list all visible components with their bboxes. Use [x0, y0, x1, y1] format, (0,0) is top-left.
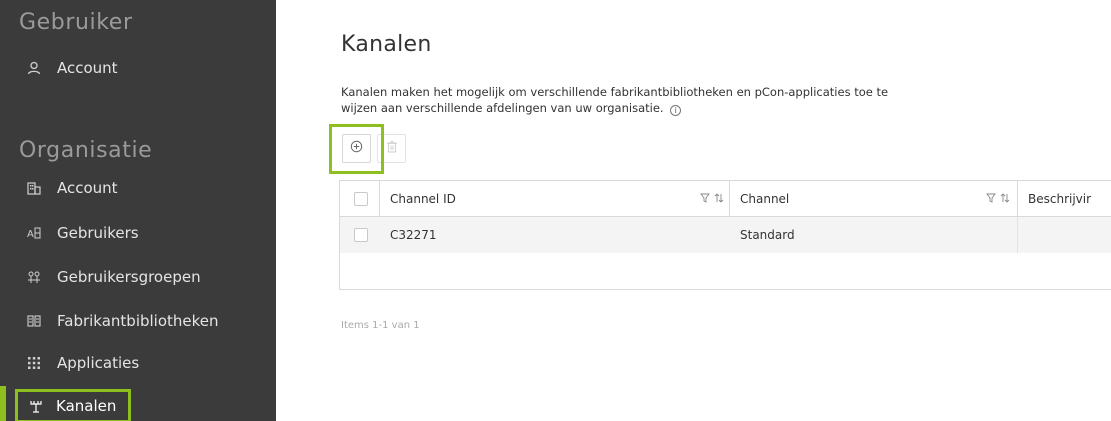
sidebar-item-applications[interactable]: Applicaties [26, 346, 139, 380]
column-header-channel[interactable]: Channel [740, 181, 789, 217]
add-circle-icon [350, 140, 363, 158]
channel-column-controls [986, 181, 1010, 217]
section-heading-user: Gebruiker [19, 10, 133, 35]
sidebar-item-label: Account [57, 59, 118, 77]
table-row[interactable]: C32271 Standard [340, 217, 1111, 253]
sidebar-item-label: Fabrikantbibliotheken [57, 312, 219, 330]
users-grid-icon: A [26, 225, 42, 241]
library-icon [26, 313, 42, 329]
sidebar-item-user-account[interactable]: Account [26, 51, 118, 85]
row-select-cell [354, 217, 368, 253]
person-icon [26, 60, 42, 76]
sidebar-item-label: Applicaties [57, 354, 140, 372]
sort-icon[interactable] [714, 192, 724, 206]
main-content: Kanalen Kanalen maken het mogelijk om ve… [276, 0, 1111, 421]
add-button[interactable] [342, 134, 371, 163]
column-divider [729, 181, 730, 217]
table-header: Channel ID Channel Beschrijvir [340, 181, 1111, 217]
select-all-cell [354, 181, 368, 217]
svg-text:A: A [27, 229, 34, 240]
apps-grid-icon [26, 355, 42, 371]
sidebar-item-label: Account [57, 179, 118, 197]
sidebar-item-label: Kanalen [56, 397, 117, 415]
sidebar-item-users[interactable]: A Gebruikers [26, 216, 139, 250]
page-description: Kanalen maken het mogelijk om verschille… [341, 84, 1001, 116]
filter-icon[interactable] [986, 193, 996, 206]
select-all-checkbox[interactable] [354, 192, 368, 206]
info-icon[interactable]: i [670, 105, 682, 116]
user-groups-icon [26, 269, 42, 285]
section-heading-org: Organisatie [19, 138, 153, 163]
sort-icon[interactable] [1000, 192, 1010, 206]
delete-button[interactable] [377, 134, 406, 163]
column-divider [379, 181, 380, 217]
channel-id-column-controls [700, 181, 724, 217]
sidebar-item-label: Gebruikers [57, 224, 139, 242]
description-line-1: Kanalen maken het mogelijk om verschille… [341, 85, 889, 99]
page-title: Kanalen [341, 32, 432, 57]
sidebar-item-user-groups[interactable]: Gebruikersgroepen [26, 260, 201, 294]
description-line-2: wijzen aan verschillende afdelingen van … [341, 100, 1001, 116]
column-divider [1017, 181, 1018, 217]
sidebar-item-libraries[interactable]: Fabrikantbibliotheken [26, 304, 219, 338]
trash-icon [386, 140, 398, 158]
sidebar-item-label: Gebruikersgroepen [57, 268, 201, 286]
sidebar: Gebruiker Account Organisatie Account A … [0, 0, 276, 421]
column-header-channel-id[interactable]: Channel ID [390, 181, 456, 217]
channels-icon [28, 398, 44, 414]
active-indicator [0, 386, 6, 421]
pagination-info: Items 1-1 van 1 [341, 320, 420, 331]
filter-icon[interactable] [700, 193, 710, 206]
sidebar-item-org-account[interactable]: Account [26, 171, 118, 205]
building-icon [26, 180, 42, 196]
description-line-2-text: wijzen aan verschillende afdelingen van … [341, 101, 664, 115]
column-header-description[interactable]: Beschrijvir [1028, 181, 1091, 217]
channels-table: Channel ID Channel Beschrijvir C32271 St… [339, 180, 1111, 290]
row-checkbox[interactable] [354, 228, 368, 242]
column-divider [1017, 217, 1018, 253]
cell-channel-id: C32271 [390, 228, 437, 242]
cell-channel: Standard [740, 228, 795, 242]
sidebar-item-channels[interactable]: Kanalen [15, 389, 132, 421]
